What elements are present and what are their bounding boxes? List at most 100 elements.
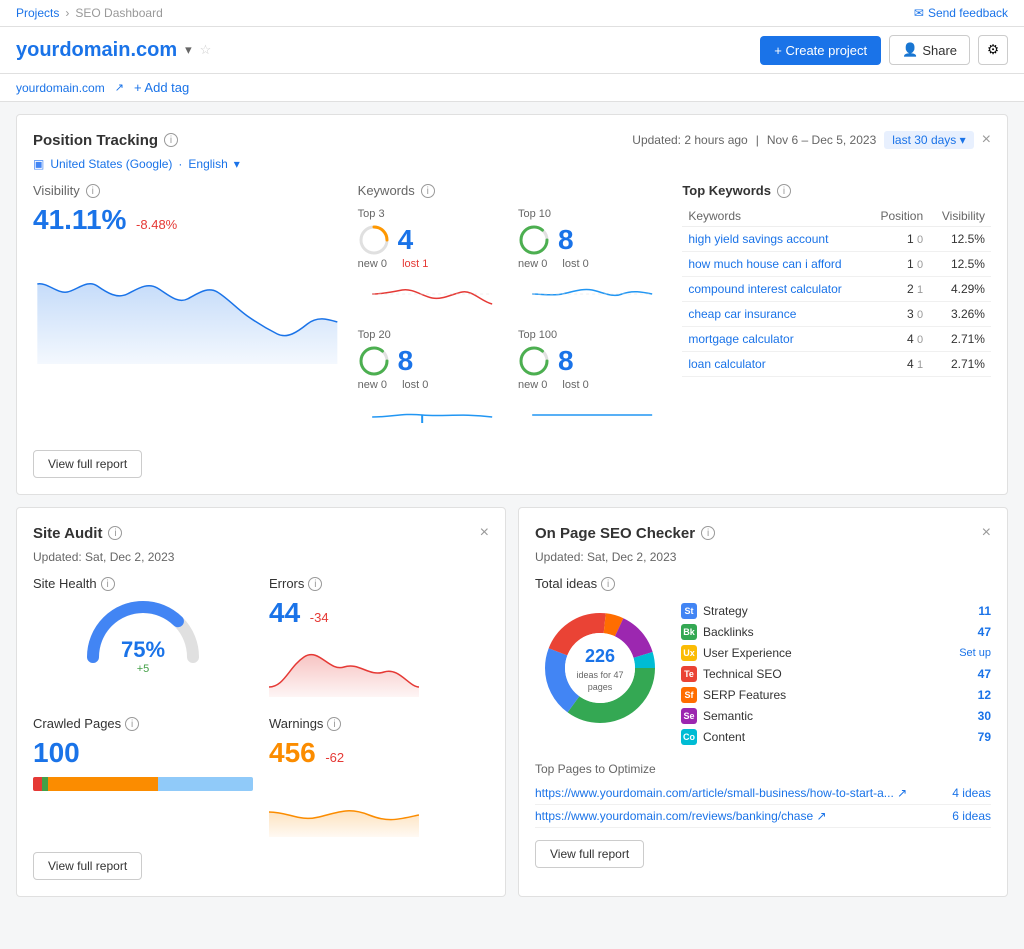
on-page-seo-view-full-button[interactable]: View full report (535, 840, 644, 868)
page-url-link[interactable]: https://www.yourdomain.com/reviews/banki… (535, 809, 944, 823)
site-audit-metrics: Site Health i 75% +5 (33, 576, 489, 840)
position-cell: 4 0 (868, 327, 929, 352)
header-actions: + Create project 👤 Share ⚙ (760, 35, 1008, 65)
site-health-section: Site Health i 75% +5 (33, 576, 253, 700)
legend-label: Strategy (703, 604, 972, 618)
crawled-pages-label: Crawled Pages i (33, 716, 253, 731)
filter-dropdown-icon[interactable]: ▾ (234, 157, 240, 171)
top3-circle-icon (358, 224, 390, 256)
top3-sparkline (358, 274, 506, 314)
legend-list: St Strategy 11 Bk Backlinks 47 Ux User E… (681, 603, 991, 750)
position-tracking-meta: Updated: 2 hours ago | Nov 6 – Dec 5, 20… (632, 131, 991, 149)
visibility-sparkline (33, 244, 342, 364)
domain-dropdown-icon[interactable]: ▾ (185, 42, 192, 58)
position-cell: 3 0 (868, 302, 929, 327)
breadcrumb-projects[interactable]: Projects (16, 6, 59, 20)
top20-item: Top 20 8 new 0 lost 0 (358, 329, 506, 438)
list-item: https://www.yourdomain.com/article/small… (535, 782, 991, 805)
keyword-link[interactable]: high yield savings account (688, 232, 828, 246)
legend-row: Se Semantic 30 (681, 708, 991, 724)
site-health-change: +5 (121, 663, 165, 675)
top3-label: Top 3 (358, 208, 506, 220)
on-page-seo-close-icon[interactable]: × (982, 524, 991, 542)
top10-item: Top 10 8 new 0 lost 0 (518, 208, 666, 317)
keyword-link[interactable]: cheap car insurance (688, 307, 796, 321)
visibility-info-icon[interactable]: i (86, 184, 100, 198)
visibility-cell: 12.5% (929, 227, 991, 252)
position-tracking-info-icon[interactable]: i (164, 133, 178, 147)
top-keywords-info-icon[interactable]: i (777, 184, 791, 198)
legend-label: User Experience (703, 646, 953, 660)
meta-separator: | (756, 133, 759, 147)
crawled-pages-section: Crawled Pages i 100 (33, 716, 253, 840)
crawled-info-icon[interactable]: i (125, 717, 139, 731)
warnings-change: -62 (325, 750, 344, 765)
close-icon[interactable]: × (982, 131, 991, 149)
keyword-link[interactable]: compound interest calculator (688, 282, 841, 296)
site-audit-updated: Updated: Sat, Dec 2, 2023 (33, 550, 489, 564)
domain-title: yourdomain.com (16, 39, 177, 62)
filter-lang: English (188, 157, 227, 171)
keywords-info-icon[interactable]: i (421, 184, 435, 198)
domain-star-icon[interactable]: ☆ (200, 42, 212, 58)
legend-count[interactable]: Set up (959, 647, 991, 659)
share-button[interactable]: 👤 Share (889, 35, 970, 65)
on-page-seo-card: On Page SEO Checker i × Updated: Sat, De… (518, 507, 1008, 897)
legend-row: Te Technical SEO 47 (681, 666, 991, 682)
header: yourdomain.com ▾ ☆ + Create project 👤 Sh… (0, 27, 1024, 74)
position-cell: 1 0 (868, 252, 929, 277)
visibility-cell: 2.71% (929, 352, 991, 377)
domain-link[interactable]: yourdomain.com (16, 81, 105, 95)
site-audit-info-icon[interactable]: i (108, 526, 122, 540)
on-page-seo-info-icon[interactable]: i (701, 526, 715, 540)
send-feedback-link[interactable]: ✉ Send feedback (914, 6, 1008, 20)
top100-circle-icon (518, 345, 550, 377)
svg-text:226: 226 (585, 646, 615, 666)
total-ideas-label: Total ideas i (535, 576, 991, 591)
top3-value: 4 (398, 224, 414, 256)
site-audit-header: Site Audit i × (33, 524, 489, 542)
keyword-link[interactable]: mortgage calculator (688, 332, 793, 346)
legend-label: Technical SEO (703, 667, 972, 681)
legend-count: 47 (978, 625, 991, 639)
page-url-link[interactable]: https://www.yourdomain.com/article/small… (535, 786, 944, 800)
breadcrumb-separator: › (65, 6, 69, 20)
gauge-container: 75% +5 (33, 597, 253, 675)
add-tag-button[interactable]: + Add tag (134, 80, 189, 95)
position-tracking-view-full-button[interactable]: View full report (33, 450, 142, 478)
position-cell: 1 0 (868, 227, 929, 252)
top10-value: 8 (558, 224, 574, 256)
settings-button[interactable]: ⚙ (978, 35, 1008, 65)
site-audit-close-icon[interactable]: × (480, 524, 489, 542)
top20-value: 8 (398, 345, 414, 377)
warnings-info-icon[interactable]: i (327, 717, 341, 731)
total-ideas-info-icon[interactable]: i (601, 577, 615, 591)
keyword-link[interactable]: how much house can i afford (688, 257, 841, 271)
table-row: how much house can i afford 1 0 12.5% (682, 252, 991, 277)
position-tracking-title: Position Tracking (33, 132, 158, 149)
updated-text: Updated: 2 hours ago (632, 133, 747, 147)
errors-value: 44 (269, 597, 300, 628)
keyword-link[interactable]: loan calculator (688, 357, 765, 371)
errors-info-icon[interactable]: i (308, 577, 322, 591)
site-audit-view-full-button[interactable]: View full report (33, 852, 142, 880)
legend-dot: Co (681, 729, 697, 745)
legend-count: 30 (978, 709, 991, 723)
create-project-button[interactable]: + Create project (760, 36, 881, 65)
date-range-badge[interactable]: last 30 days ▾ (884, 131, 973, 149)
table-row: cheap car insurance 3 0 3.26% (682, 302, 991, 327)
site-health-info-icon[interactable]: i (101, 577, 115, 591)
legend-dot: St (681, 603, 697, 619)
errors-label: Errors i (269, 576, 489, 591)
col-position: Position (868, 206, 929, 227)
warnings-value: 456 (269, 737, 316, 768)
top-keywords-table: Keywords Position Visibility high yield … (682, 206, 991, 377)
pt-filters[interactable]: ▣ United States (Google) · English ▾ (33, 157, 991, 171)
share-icon: 👤 (902, 42, 918, 58)
svg-text:ideas for 47: ideas for 47 (576, 670, 623, 680)
legend-row: Sf SERP Features 12 (681, 687, 991, 703)
top3-item: Top 3 4 new 0 lost 1 (358, 208, 506, 317)
on-page-seo-title: On Page SEO Checker (535, 525, 695, 542)
visibility-value: 41.11% (33, 204, 126, 235)
filter-icon: ▣ (33, 157, 44, 171)
